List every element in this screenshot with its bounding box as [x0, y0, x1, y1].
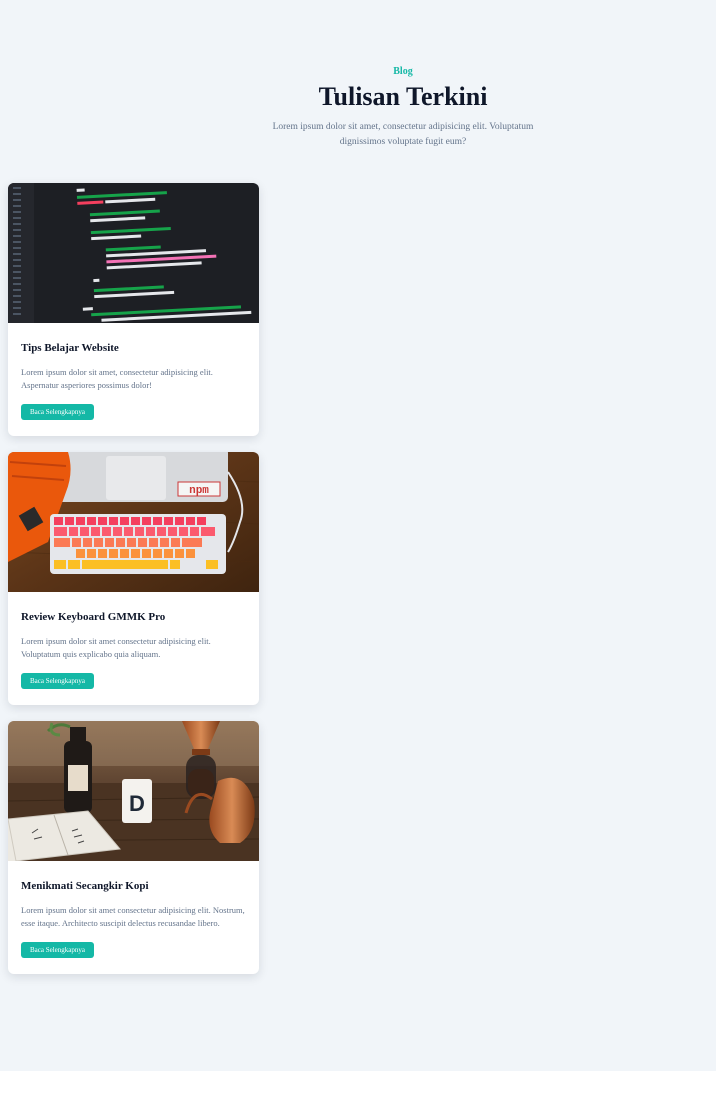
- card-image-code: [8, 183, 259, 323]
- blog-card: npm Review Keyboard GMMK Pro Lorem ipsum…: [8, 452, 259, 705]
- card-image-keyboard: npm: [8, 452, 259, 592]
- card-excerpt: Lorem ipsum dolor sit amet, consectetur …: [21, 367, 213, 390]
- card-body: Menikmati Secangkir Kopi Lorem ipsum dol…: [8, 861, 259, 974]
- read-more-button[interactable]: Baca Selengkapnya: [21, 673, 95, 689]
- read-more-button[interactable]: Baca Selengkapnya: [21, 942, 95, 958]
- read-more-button[interactable]: Baca Selengkapnya: [21, 404, 95, 420]
- card-excerpt: Lorem ipsum dolor sit amet consectetur a…: [21, 905, 245, 928]
- section-eyebrow: Blog: [393, 66, 413, 77]
- card-title: Tips Belajar Website: [21, 342, 119, 354]
- card-excerpt: Lorem ipsum dolor sit amet consectetur a…: [21, 636, 211, 659]
- npm-sticker: npm: [177, 481, 221, 497]
- card-body: Tips Belajar Website Lorem ipsum dolor s…: [8, 323, 259, 436]
- blog-section: Blog Tulisan Terkini Lorem ipsum dolor s…: [0, 0, 716, 1071]
- section-subtitle: Lorem ipsum dolor sit amet, consectetur …: [272, 122, 534, 147]
- blog-card: Tips Belajar Website Lorem ipsum dolor s…: [8, 183, 259, 436]
- section-header: Blog Tulisan Terkini Lorem ipsum dolor s…: [250, 66, 556, 150]
- section-title: Tulisan Terkini: [318, 82, 488, 111]
- card-title: Review Keyboard GMMK Pro: [21, 611, 166, 623]
- card-body: Review Keyboard GMMK Pro Lorem ipsum dol…: [8, 592, 259, 705]
- npm-sticker-text: npm: [189, 485, 209, 497]
- card-image-coffee: D: [8, 721, 259, 861]
- blog-card: D Menikmati Secangkir Kopi Lorem ipsum d…: [8, 721, 259, 974]
- mug-letter: D: [129, 791, 145, 816]
- card-title: Menikmati Secangkir Kopi: [21, 880, 149, 892]
